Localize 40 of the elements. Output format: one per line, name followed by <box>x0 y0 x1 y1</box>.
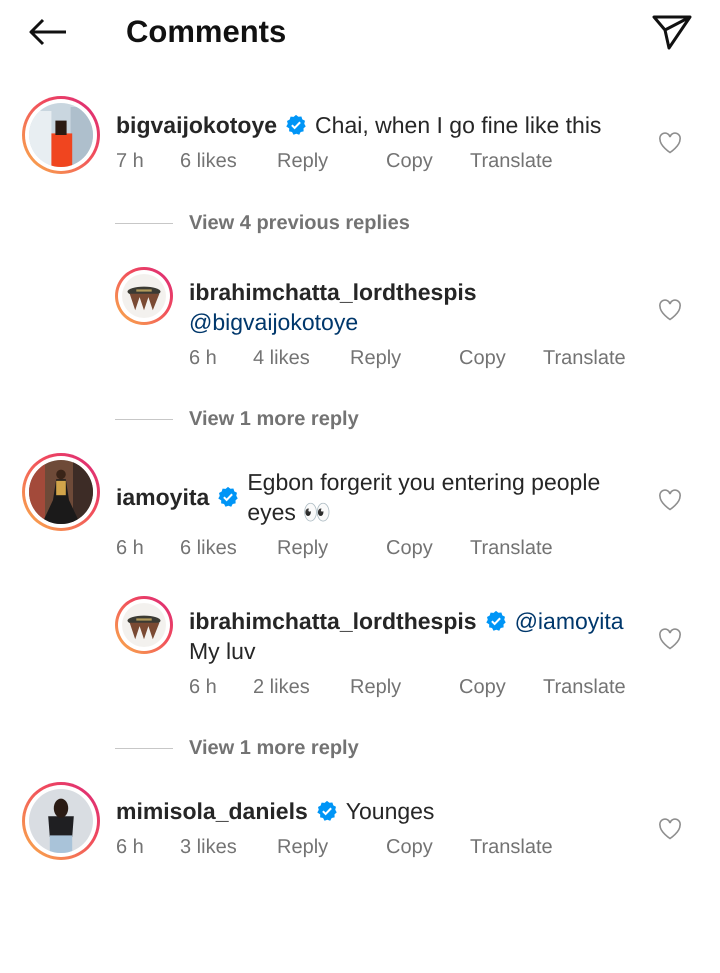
comment-time: 6 h <box>189 347 218 370</box>
username-link[interactable]: ibrahimchatta_lordthespis <box>189 277 477 307</box>
action-link[interactable]: Reply <box>277 150 386 173</box>
likes-count[interactable]: 2 likes <box>253 676 350 699</box>
likes-count[interactable]: 3 likes <box>180 836 277 859</box>
username-link[interactable]: ibrahimchatta_lordthespis <box>189 606 477 636</box>
comment-text: Chai, when I go fine like this <box>315 111 602 140</box>
view-replies-link[interactable]: View 1 more reply <box>189 737 359 760</box>
comment-text: My luv <box>189 637 256 666</box>
view-replies-link[interactable]: View 4 previous replies <box>189 212 410 235</box>
action-link[interactable]: Copy <box>459 347 543 370</box>
comment-text: Egbon forgerit you entering people eyes 👀 <box>247 468 602 527</box>
action-link[interactable]: Copy <box>386 150 470 173</box>
action-link[interactable]: Translate <box>470 537 553 560</box>
username-link[interactable]: iamoyita <box>116 482 210 512</box>
comment-time: 6 h <box>189 676 218 699</box>
action-link[interactable]: Reply <box>350 676 459 699</box>
likes-count[interactable]: 6 likes <box>180 537 277 560</box>
likes-count[interactable]: 6 likes <box>180 150 277 173</box>
mention-link[interactable]: @bigvaijokotoye <box>189 307 358 337</box>
action-link[interactable]: Copy <box>386 537 470 560</box>
action-link[interactable]: Reply <box>277 537 386 560</box>
action-link[interactable]: Reply <box>350 347 459 370</box>
comment-time: 7 h <box>116 150 145 173</box>
action-link[interactable]: Translate <box>543 676 626 699</box>
page-title: Comments <box>126 14 288 50</box>
action-link[interactable]: Copy <box>386 836 470 859</box>
action-link[interactable]: Reply <box>277 836 386 859</box>
comment-text: Younges <box>346 797 436 826</box>
comment-time: 6 h <box>116 836 145 859</box>
comment-time: 6 h <box>116 537 145 560</box>
action-link[interactable]: Translate <box>470 150 553 173</box>
username-link[interactable]: mimisola_daniels <box>116 796 308 826</box>
mention-link[interactable]: @iamoyita <box>514 606 624 636</box>
action-link[interactable]: Translate <box>470 836 553 859</box>
username-link[interactable]: bigvaijokotoye <box>116 110 278 140</box>
view-replies-link[interactable]: View 1 more reply <box>189 408 359 431</box>
action-link[interactable]: Copy <box>459 676 543 699</box>
action-link[interactable]: Translate <box>543 347 626 370</box>
likes-count[interactable]: 4 likes <box>253 347 350 370</box>
